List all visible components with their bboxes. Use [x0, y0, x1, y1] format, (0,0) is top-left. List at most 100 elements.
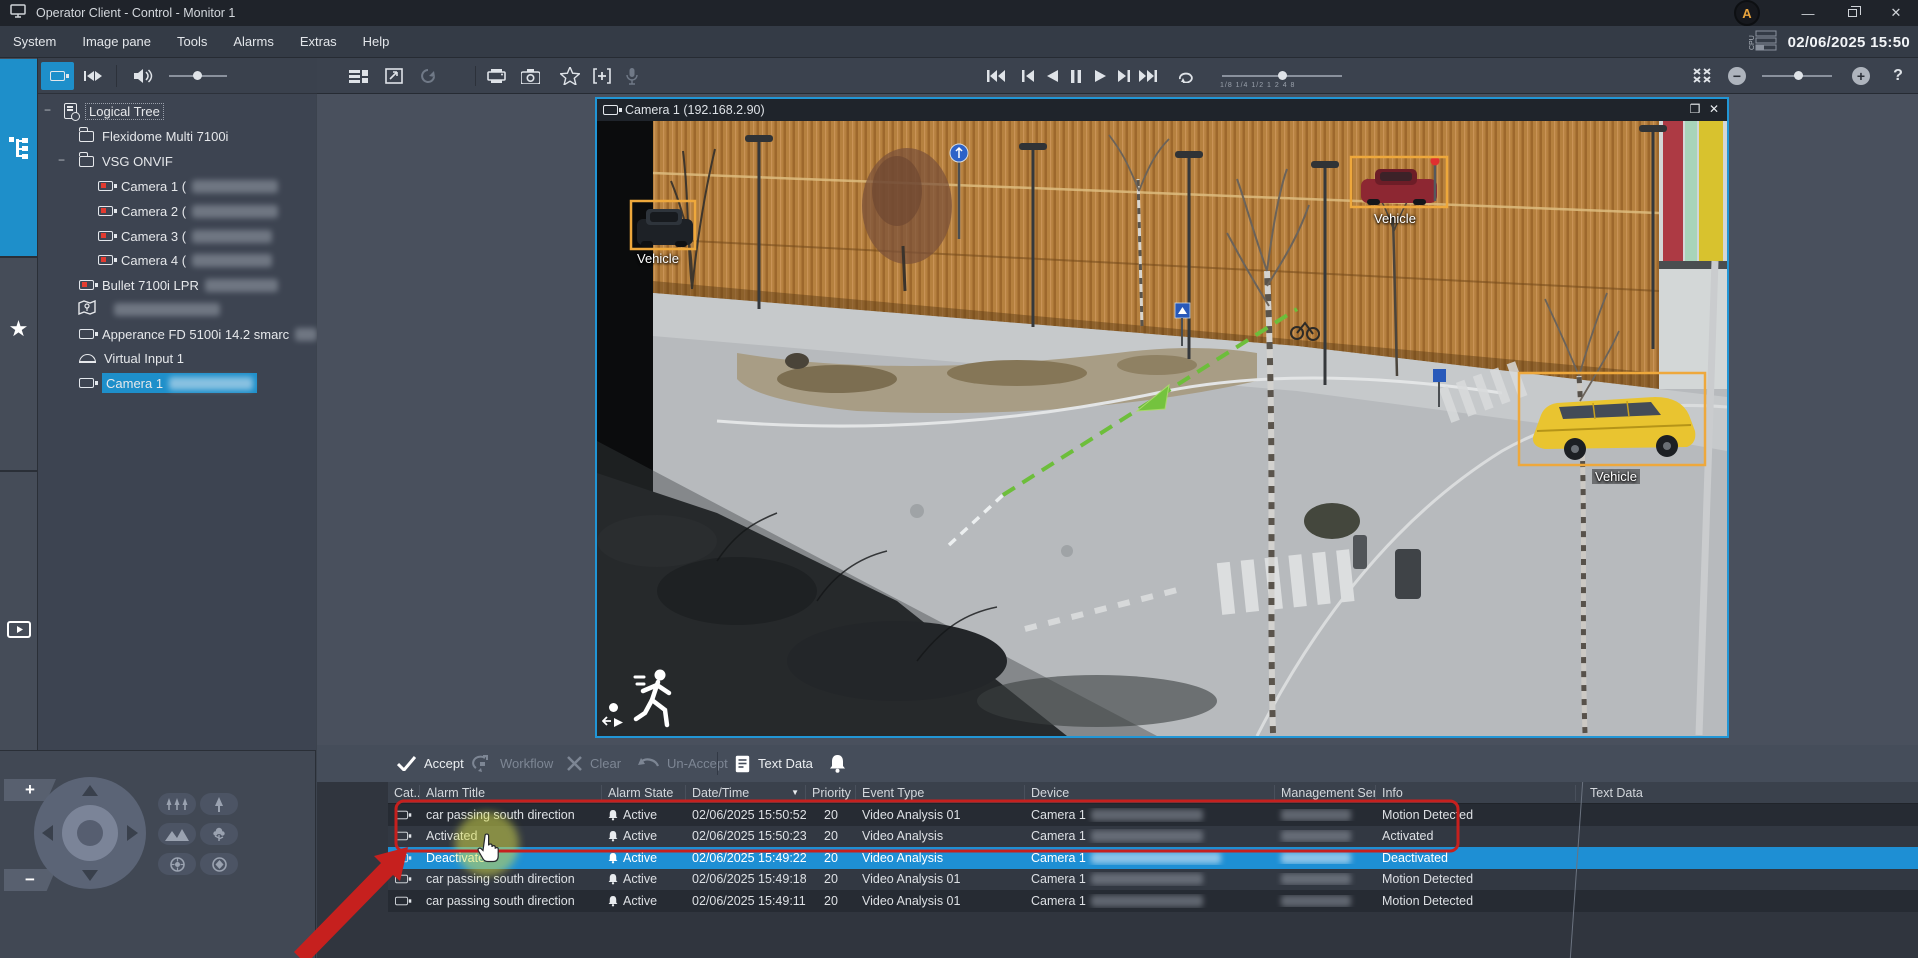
focus-far-button[interactable]	[158, 793, 196, 815]
instant-playback-glyph[interactable]	[602, 716, 624, 732]
tree-item-bullet-lpr[interactable]: Bullet 7100i LPR	[38, 274, 317, 296]
iris-close-button[interactable]	[158, 853, 196, 875]
menu-image-pane[interactable]: Image pane	[69, 26, 164, 57]
instant-playback-button[interactable]	[77, 62, 110, 90]
loop-playback-icon[interactable]	[1173, 63, 1199, 89]
pane-close-icon[interactable]: ✕	[1706, 102, 1722, 116]
restore-button[interactable]	[1830, 0, 1874, 26]
col-alarm-state[interactable]: Alarm State	[602, 785, 686, 801]
audio-button[interactable]	[126, 62, 159, 90]
close-all-panes-icon[interactable]	[1689, 63, 1715, 89]
menu-extras[interactable]: Extras	[287, 26, 350, 57]
play-icon[interactable]	[1087, 63, 1113, 89]
workflow-button[interactable]: Workflow	[472, 745, 553, 782]
ptz-center[interactable]	[62, 805, 118, 861]
redacted-text	[205, 279, 278, 292]
pane-slider-knob[interactable]	[1794, 71, 1803, 80]
clear-button[interactable]: Clear	[567, 745, 621, 782]
tree-item-map[interactable]	[38, 298, 317, 320]
alarm-list-layout-icon[interactable]	[345, 63, 371, 89]
previous-image-icon[interactable]	[415, 63, 441, 89]
redacted-text	[192, 205, 278, 218]
ptz-down-icon[interactable]	[82, 870, 98, 881]
menu-alarms[interactable]: Alarms	[220, 26, 286, 57]
add-bookmark-icon[interactable]	[589, 63, 615, 89]
print-image-icon[interactable]	[483, 63, 509, 89]
bookmarks-section-icon[interactable]	[0, 620, 37, 645]
favorites-star-icon[interactable]	[557, 63, 583, 89]
skip-start-icon[interactable]	[983, 63, 1009, 89]
more-panes-button[interactable]: +	[1852, 67, 1870, 85]
ptz-joystick[interactable]	[34, 777, 146, 889]
pane-maximize-icon[interactable]: ❒	[1687, 102, 1703, 116]
ptz-left-icon[interactable]	[42, 825, 53, 841]
expander-icon[interactable]: −	[44, 103, 51, 117]
tree-item-camera-4[interactable]: Camera 4 (	[38, 249, 317, 271]
play-backward-icon[interactable]	[1039, 63, 1065, 89]
step-forward-icon[interactable]	[1111, 63, 1137, 89]
tree-label: VSG ONVIF	[102, 154, 173, 169]
ptz-up-icon[interactable]	[82, 785, 98, 796]
tree-item-apperance-fd[interactable]: Apperance FD 5100i 14.2 smarc	[38, 323, 317, 345]
col-device[interactable]: Device	[1025, 785, 1275, 801]
alarm-row-4[interactable]: car passing south direction Active 02/06…	[388, 869, 1918, 891]
ptz-right-icon[interactable]	[127, 825, 138, 841]
focus-near-button[interactable]	[200, 793, 238, 815]
alarm-bell-button[interactable]	[829, 745, 846, 782]
zoom-out-button[interactable]: −	[4, 869, 56, 891]
text-data-button[interactable]: Text Data	[735, 745, 813, 782]
tree-item-camera-2[interactable]: Camera 2 (	[38, 200, 317, 222]
tree-item-flexidome[interactable]: Flexidome Multi 7100i	[38, 125, 317, 147]
minimize-button[interactable]: —	[1786, 0, 1830, 26]
window-title: Operator Client - Control - Monitor 1	[36, 6, 235, 20]
wide-scene-button[interactable]	[158, 823, 196, 845]
close-button[interactable]: ✕	[1874, 0, 1918, 26]
accept-button[interactable]: Accept	[397, 745, 464, 782]
macro-flower-button[interactable]	[200, 823, 238, 845]
volume-slider[interactable]	[169, 75, 227, 77]
tree-item-camera-1-selected[interactable]: Camera 1	[38, 372, 317, 394]
col-cat[interactable]: Cat..	[388, 785, 420, 801]
help-icon[interactable]: ?	[1885, 63, 1911, 89]
col-text-data[interactable]: Text Data	[1576, 785, 1918, 801]
tree-root-logical-tree[interactable]: − Logical Tree	[38, 100, 317, 122]
skip-end-icon[interactable]	[1135, 63, 1161, 89]
alarm-row-3-selected[interactable]: Deactivated Active 02/06/2025 15:49:22 2…	[388, 847, 1918, 869]
tree-item-virtual-input[interactable]: Virtual Input 1	[38, 347, 317, 369]
col-alarm-title[interactable]: Alarm Title	[420, 785, 602, 801]
favorites-section-icon[interactable]: ★	[0, 316, 37, 342]
expander-icon[interactable]: −	[58, 153, 65, 167]
video-pane-header[interactable]: Camera 1 (192.168.2.90) ❒ ✕	[597, 99, 1727, 121]
pause-icon[interactable]	[1063, 63, 1089, 89]
alarm-row-2[interactable]: Activated Active 02/06/2025 15:50:23 20 …	[388, 826, 1918, 848]
maximize-pane-icon[interactable]	[381, 63, 407, 89]
speed-slider-knob[interactable]	[1278, 71, 1287, 80]
logical-tree-icon[interactable]	[0, 136, 37, 165]
col-info[interactable]: Info	[1376, 785, 1576, 801]
tree-item-camera-3[interactable]: Camera 3 (	[38, 225, 317, 247]
volume-slider-knob[interactable]	[193, 71, 202, 80]
iris-open-button[interactable]	[200, 853, 238, 875]
pane-count-slider[interactable]	[1762, 75, 1832, 77]
video-pane-camera-1[interactable]: Camera 1 (192.168.2.90) ❒ ✕	[595, 97, 1729, 738]
menu-tools[interactable]: Tools	[164, 26, 220, 57]
col-event-type[interactable]: Event Type	[856, 785, 1025, 801]
fewer-panes-button[interactable]: −	[1728, 67, 1746, 85]
step-back-icon[interactable]	[1015, 63, 1041, 89]
playback-speed-slider[interactable]	[1222, 75, 1342, 77]
col-management-server[interactable]: Management Server	[1275, 785, 1376, 801]
alarm-row-5[interactable]: car passing south direction Active 02/06…	[388, 890, 1918, 912]
menu-system[interactable]: System	[0, 26, 69, 57]
clear-label: Clear	[590, 756, 621, 771]
snapshot-camera-icon[interactable]	[517, 63, 543, 89]
user-badge[interactable]: A	[1734, 0, 1760, 26]
microphone-icon[interactable]	[619, 63, 645, 89]
col-priority[interactable]: Priority	[806, 785, 856, 801]
menu-help[interactable]: Help	[350, 26, 403, 57]
live-video-button[interactable]	[41, 62, 74, 90]
tree-item-camera-1[interactable]: Camera 1 (	[38, 175, 317, 197]
un-accept-button[interactable]: Un-Accept	[637, 745, 728, 782]
tree-item-vsg-onvif[interactable]: − VSG ONVIF	[38, 150, 317, 172]
alarm-row-1[interactable]: car passing south direction Active 02/06…	[388, 804, 1918, 826]
col-datetime[interactable]: Date/Time▼	[686, 785, 806, 801]
